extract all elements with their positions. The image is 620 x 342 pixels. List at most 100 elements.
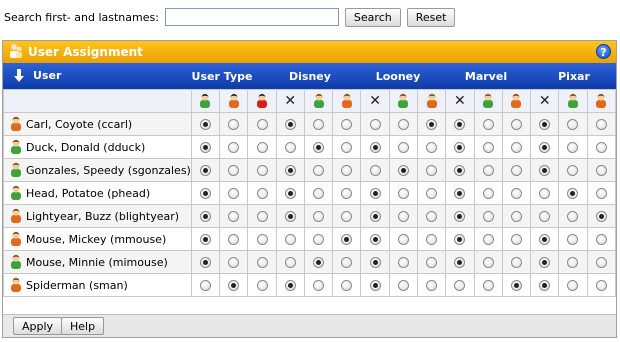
role-radio-disney-1[interactable] — [313, 211, 325, 222]
role-radio-looney-1[interactable] — [397, 165, 409, 176]
role-radio-pixar-2[interactable] — [595, 165, 607, 176]
role-radio-marvel-1[interactable] — [482, 142, 494, 153]
role-radio-marvel-2[interactable] — [510, 280, 522, 291]
role-radio-looney-1[interactable] — [397, 142, 409, 153]
role-radio-looney-2[interactable] — [426, 280, 438, 291]
role-radio-user-type-1[interactable] — [228, 119, 240, 130]
role-radio-pixar-1[interactable] — [567, 257, 579, 268]
role-radio-user-type-1[interactable] — [228, 280, 240, 291]
role-radio-marvel-0[interactable] — [454, 165, 466, 176]
role-radio-looney-2[interactable] — [426, 234, 438, 245]
role-radio-user-type-0[interactable] — [199, 119, 211, 130]
role-radio-disney-0[interactable] — [284, 234, 296, 245]
role-radio-disney-1[interactable] — [313, 257, 325, 268]
role-radio-user-type-2[interactable] — [256, 257, 268, 268]
role-radio-looney-2[interactable] — [426, 119, 438, 130]
role-radio-user-type-0[interactable] — [199, 142, 211, 153]
role-radio-disney-0[interactable] — [284, 142, 296, 153]
role-radio-disney-1[interactable] — [313, 234, 325, 245]
role-radio-user-type-2[interactable] — [256, 280, 268, 291]
role-radio-user-type-2[interactable] — [256, 119, 268, 130]
role-radio-marvel-0[interactable] — [454, 188, 466, 199]
role-radio-marvel-0[interactable] — [454, 211, 466, 222]
role-radio-marvel-0[interactable] — [454, 280, 466, 291]
role-radio-marvel-1[interactable] — [482, 257, 494, 268]
role-radio-pixar-0[interactable] — [539, 211, 551, 222]
role-radio-marvel-2[interactable] — [510, 119, 522, 130]
search-button[interactable]: Search — [344, 7, 401, 27]
role-radio-disney-2[interactable] — [341, 257, 353, 268]
role-radio-looney-0[interactable] — [369, 234, 381, 245]
role-radio-user-type-0[interactable] — [199, 280, 211, 291]
role-radio-disney-1[interactable] — [313, 188, 325, 199]
role-radio-user-type-1[interactable] — [228, 142, 240, 153]
role-radio-disney-0[interactable] — [284, 119, 296, 130]
role-radio-disney-0[interactable] — [284, 211, 296, 222]
help-button[interactable]: Help — [61, 317, 105, 335]
role-radio-pixar-0[interactable] — [539, 188, 551, 199]
role-radio-pixar-0[interactable] — [539, 142, 551, 153]
role-radio-marvel-2[interactable] — [510, 188, 522, 199]
role-radio-pixar-2[interactable] — [595, 119, 607, 130]
role-radio-marvel-0[interactable] — [454, 234, 466, 245]
role-radio-marvel-2[interactable] — [510, 234, 522, 245]
role-radio-disney-1[interactable] — [313, 119, 325, 130]
role-radio-looney-1[interactable] — [397, 119, 409, 130]
role-radio-disney-2[interactable] — [341, 188, 353, 199]
role-radio-pixar-1[interactable] — [567, 142, 579, 153]
role-radio-marvel-0[interactable] — [454, 119, 466, 130]
role-radio-pixar-1[interactable] — [567, 188, 579, 199]
role-radio-pixar-2[interactable] — [595, 188, 607, 199]
role-radio-pixar-0[interactable] — [539, 280, 551, 291]
role-radio-disney-1[interactable] — [313, 142, 325, 153]
role-radio-pixar-1[interactable] — [567, 165, 579, 176]
search-input[interactable] — [164, 8, 339, 26]
role-radio-looney-1[interactable] — [397, 211, 409, 222]
role-radio-marvel-1[interactable] — [482, 211, 494, 222]
role-radio-looney-2[interactable] — [426, 211, 438, 222]
role-radio-looney-0[interactable] — [369, 142, 381, 153]
role-radio-looney-2[interactable] — [426, 188, 438, 199]
role-radio-pixar-2[interactable] — [595, 142, 607, 153]
role-radio-pixar-0[interactable] — [539, 165, 551, 176]
role-radio-looney-0[interactable] — [369, 188, 381, 199]
user-sort-header[interactable]: User — [13, 69, 61, 82]
role-radio-marvel-1[interactable] — [482, 165, 494, 176]
role-radio-pixar-2[interactable] — [595, 257, 607, 268]
help-icon[interactable]: ? — [596, 44, 611, 59]
role-radio-user-type-0[interactable] — [199, 165, 211, 176]
role-radio-user-type-1[interactable] — [228, 188, 240, 199]
role-radio-pixar-2[interactable] — [595, 211, 607, 222]
role-radio-user-type-2[interactable] — [256, 142, 268, 153]
role-radio-looney-0[interactable] — [369, 257, 381, 268]
role-radio-pixar-0[interactable] — [539, 234, 551, 245]
role-radio-user-type-0[interactable] — [199, 188, 211, 199]
role-radio-looney-2[interactable] — [426, 257, 438, 268]
role-radio-user-type-1[interactable] — [228, 211, 240, 222]
role-radio-disney-2[interactable] — [341, 165, 353, 176]
role-radio-marvel-2[interactable] — [510, 211, 522, 222]
role-radio-disney-0[interactable] — [284, 165, 296, 176]
role-radio-disney-2[interactable] — [341, 211, 353, 222]
role-radio-pixar-2[interactable] — [595, 280, 607, 291]
role-radio-user-type-0[interactable] — [199, 211, 211, 222]
role-radio-marvel-1[interactable] — [482, 119, 494, 130]
reset-button[interactable]: Reset — [406, 7, 456, 27]
role-radio-marvel-0[interactable] — [454, 257, 466, 268]
role-radio-disney-2[interactable] — [341, 234, 353, 245]
role-radio-disney-2[interactable] — [341, 280, 353, 291]
role-radio-disney-1[interactable] — [313, 165, 325, 176]
role-radio-marvel-0[interactable] — [454, 142, 466, 153]
role-radio-looney-2[interactable] — [426, 142, 438, 153]
role-radio-looney-2[interactable] — [426, 165, 438, 176]
role-radio-disney-0[interactable] — [284, 280, 296, 291]
role-radio-looney-0[interactable] — [369, 211, 381, 222]
role-radio-pixar-0[interactable] — [539, 119, 551, 130]
role-radio-marvel-2[interactable] — [510, 257, 522, 268]
role-radio-pixar-1[interactable] — [567, 280, 579, 291]
role-radio-user-type-1[interactable] — [228, 257, 240, 268]
role-radio-looney-0[interactable] — [369, 165, 381, 176]
role-radio-user-type-0[interactable] — [199, 234, 211, 245]
role-radio-looney-1[interactable] — [397, 234, 409, 245]
role-radio-looney-0[interactable] — [369, 119, 381, 130]
